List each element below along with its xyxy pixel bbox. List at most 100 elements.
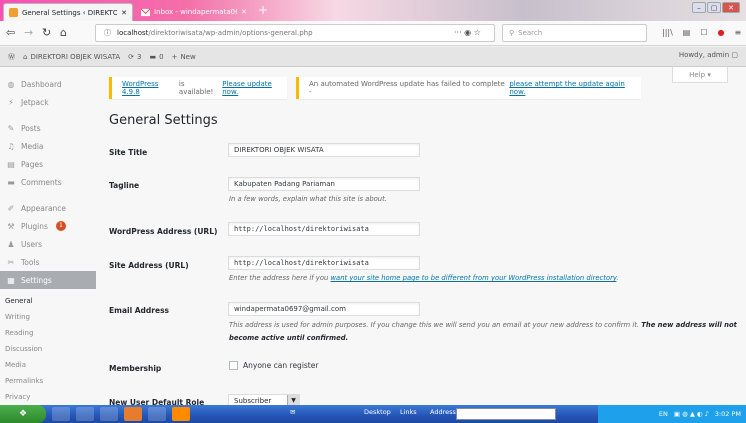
home-icon[interactable]: ⌂ (60, 24, 67, 42)
retry-update-link[interactable]: please attempt the update again now. (509, 80, 641, 96)
submenu-item-writing[interactable]: Writing (5, 313, 30, 321)
site-name-link[interactable]: ⌂ DIREKTORI OBJEK WISATA (23, 53, 120, 61)
site-address-input[interactable]: http://localhost/direktoriwisata (228, 256, 420, 270)
default-role-value: Subscriber (234, 397, 272, 405)
taskbar-app-button[interactable] (100, 407, 118, 421)
new-tab-button[interactable]: + (258, 3, 268, 17)
howdy-user[interactable]: Howdy, admin ▢ (679, 51, 738, 59)
taskbar-firefox-button[interactable] (124, 407, 142, 421)
site-info-icon[interactable]: ⓘ (104, 28, 111, 38)
links-toolbar[interactable]: Links (400, 408, 417, 416)
submenu-item-reading[interactable]: Reading (5, 329, 33, 337)
tray-icons[interactable]: ▣ ◍ ▲ ◐ ♪ (674, 410, 709, 418)
sidebar-item-appearance[interactable]: ✐ Appearance (0, 199, 96, 217)
sidebar-item-label: Comments (21, 177, 62, 187)
browser-nav-bar: ⇦ → ↻ ⌂ ⓘ localhost /direktoriwisata/wp-… (0, 21, 746, 46)
search-input[interactable]: ⚲ Search (502, 24, 647, 42)
email-input[interactable]: windapermata0697@gmail.com (228, 302, 420, 316)
wordpress-logo-icon[interactable]: Ⓦ (8, 52, 15, 62)
taskbar-address-input[interactable] (456, 408, 556, 420)
sidebar-item-label: Settings (21, 275, 52, 285)
submenu-item-media[interactable]: Media (5, 361, 26, 369)
window-controls: – ▢ ✕ (692, 2, 740, 13)
sidebar-item-posts[interactable]: ✎ Posts (0, 119, 96, 137)
clock[interactable]: 3:02 PM (715, 410, 741, 418)
taskbar-app-button[interactable] (76, 407, 94, 421)
url-host: localhost (117, 29, 149, 37)
start-button[interactable]: ❖ (0, 405, 46, 423)
menu-icon[interactable]: ≡ (735, 24, 742, 42)
site-title-input[interactable]: DIREKTORI OBJEK WISATA (228, 143, 420, 157)
users-icon: ♟ (7, 239, 15, 249)
language-indicator[interactable]: EN (659, 410, 668, 418)
minimize-button[interactable]: – (692, 2, 706, 13)
close-window-button[interactable]: ✕ (722, 2, 740, 13)
wp-address-input[interactable]: http://localhost/direktoriwisata (228, 222, 420, 236)
media-icon: ♫ (7, 141, 15, 151)
sidebar-item-media[interactable]: ♫ Media (0, 137, 96, 155)
address-toolbar-label: Address (430, 408, 456, 416)
comments-link[interactable]: ▬ 0 (149, 53, 163, 61)
dashboard-icon: ◍ (7, 79, 15, 89)
taskbar-app-button[interactable] (172, 407, 190, 421)
sidebar-item-tools[interactable]: ✂ Tools (0, 253, 96, 271)
tagline-description: In a few words, explain what this site i… (229, 195, 387, 203)
jetpack-icon: ⚡ (8, 97, 14, 107)
help-button[interactable]: Help ▾ (672, 67, 728, 83)
comment-icon: ▬ (149, 52, 157, 61)
sidebar-item-label: Tools (21, 257, 40, 267)
membership-checkbox[interactable] (229, 361, 238, 370)
reload-icon[interactable]: ↻ (42, 24, 51, 42)
tab-inbox[interactable]: Inbox - windapermata0697@g ✕ (136, 3, 252, 21)
taskbar-app-button[interactable] (52, 407, 70, 421)
back-icon[interactable]: ⇦ (6, 24, 15, 42)
tab-title: Inbox - windapermata0697@g (154, 8, 237, 16)
page-actions-icon[interactable]: ··· ◉ ☆ (454, 24, 481, 42)
sidebar-item-label: Pages (21, 159, 44, 169)
tab-close-icon[interactable]: ✕ (121, 9, 127, 17)
submenu-item-permalinks[interactable]: Permalinks (5, 377, 43, 385)
browser-tab-bar: General Settings ‹ DIREKTORI O ✕ Inbox -… (0, 0, 746, 21)
sidebar-item-settings[interactable]: ▦ Settings (0, 271, 96, 289)
avatar: ▢ (731, 51, 738, 59)
sidebar-item-comments[interactable]: ▬ Comments (0, 173, 96, 191)
new-content-link[interactable]: + New (172, 53, 196, 61)
tab-general-settings[interactable]: General Settings ‹ DIREKTORI O ✕ (3, 3, 133, 21)
windows-taskbar: ❖ ✉ Desktop Links Address EN ▣ ◍ ▲ ◐ ♪ 3… (0, 405, 746, 423)
submenu-item-privacy[interactable]: Privacy (5, 393, 30, 401)
update-notice: WordPress 4.9.8 is available! Please upd… (109, 77, 287, 99)
updates-link[interactable]: ⟳ 3 (128, 53, 141, 61)
update-now-link[interactable]: Please update now. (222, 80, 287, 96)
sidebar-item-jetpack[interactable]: ⚡ Jetpack (0, 93, 96, 111)
sidebar-item-dashboard[interactable]: ◍ Dashboard (0, 75, 96, 93)
sidebar-item-pages[interactable]: ▤ Pages (0, 155, 96, 173)
sidebar-icon[interactable]: ▤ (683, 24, 691, 42)
pocket-icon[interactable]: ☐ (700, 24, 707, 42)
update-text: is available! (178, 80, 214, 96)
site-address-desc-suffix: . (616, 274, 619, 282)
submenu-item-discussion[interactable]: Discussion (5, 345, 42, 353)
tab-close-icon[interactable]: ✕ (241, 8, 247, 16)
plus-icon: + (171, 52, 178, 61)
wp-version-link[interactable]: WordPress 4.9.8 (122, 80, 176, 96)
updates-count: 3 (137, 52, 142, 61)
submenu-item-general[interactable]: General (5, 297, 33, 305)
sidebar-item-users[interactable]: ♟ Users (0, 235, 96, 253)
library-icon[interactable]: |||\ (662, 24, 673, 42)
membership-checkbox-row[interactable]: Anyone can register (229, 361, 318, 370)
update-count-badge: 1 (55, 221, 66, 231)
site-address-help-link[interactable]: want your site home page to be different… (330, 274, 616, 282)
site-address-desc-prefix: Enter the address here if you (229, 274, 329, 282)
site-name: DIREKTORI OBJEK WISATA (30, 52, 121, 61)
sidebar-item-label: Dashboard (21, 79, 62, 89)
adblock-icon[interactable]: ● (718, 24, 725, 42)
sidebar-item-plugins[interactable]: ⚒ Plugins 1 (0, 217, 96, 235)
tagline-input[interactable]: Kabupaten Padang Pariaman (228, 177, 420, 191)
desktop-toolbar[interactable]: Desktop (364, 408, 391, 416)
taskbar-app-button[interactable] (148, 407, 166, 421)
tools-icon: ✂ (7, 257, 15, 267)
forward-icon[interactable]: → (24, 24, 33, 42)
maximize-button[interactable]: ▢ (707, 2, 721, 13)
address-bar[interactable]: ⓘ localhost /direktoriwisata/wp-admin/op… (95, 24, 495, 42)
taskbar-mail-icon[interactable]: ✉ (290, 408, 295, 416)
